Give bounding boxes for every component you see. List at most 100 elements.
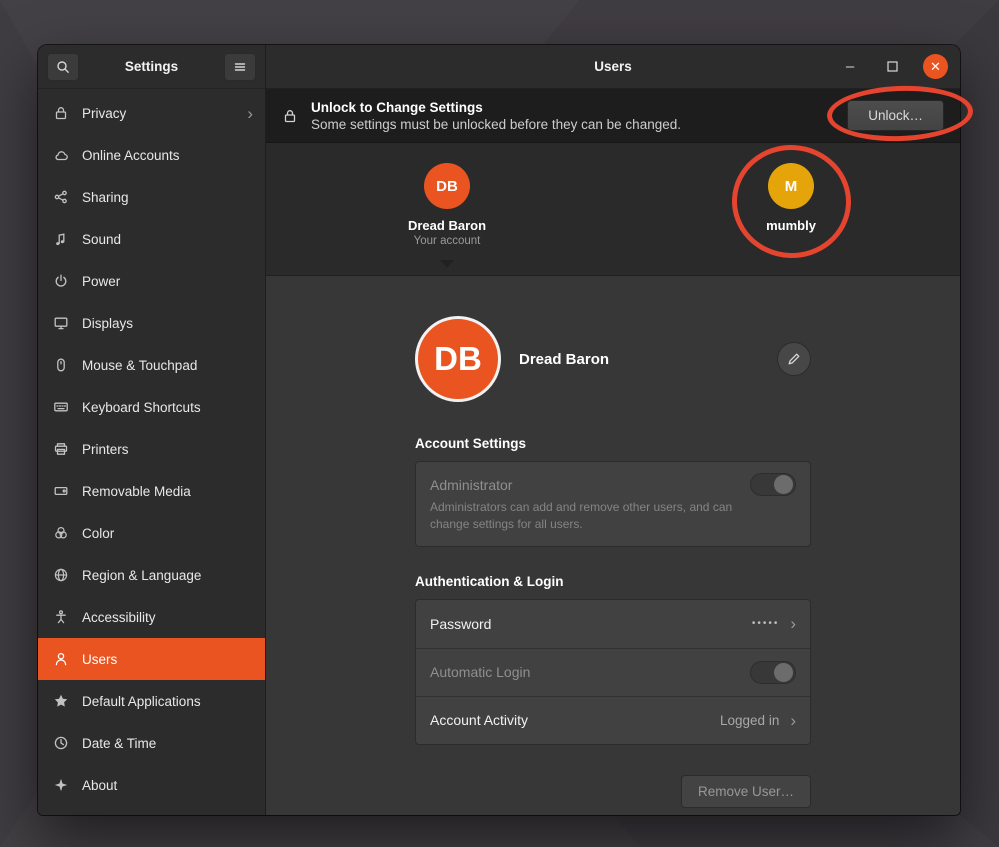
music-note-icon [53, 231, 69, 247]
keyboard-icon [53, 399, 69, 415]
remove-user-button[interactable]: Remove User… [681, 775, 811, 808]
sidebar-item-region-language[interactable]: Region & Language [38, 554, 265, 596]
cloud-icon [53, 147, 69, 163]
user-subtitle: Your account [414, 235, 481, 247]
avatar-initials: M [785, 178, 798, 195]
color-icon [53, 525, 69, 541]
removable-media-icon [53, 483, 69, 499]
administrator-toggle[interactable] [750, 473, 796, 496]
sidebar-item-label: Sound [82, 232, 121, 247]
sidebar-item-label: Default Applications [82, 694, 201, 709]
sidebar-item-keyboard-shortcuts[interactable]: Keyboard Shortcuts [38, 386, 265, 428]
password-label: Password [430, 616, 491, 632]
sidebar-item-about[interactable]: About [38, 764, 265, 806]
sidebar-item-removable-media[interactable]: Removable Media [38, 470, 265, 512]
unlock-button[interactable]: Unlock… [847, 100, 944, 131]
sidebar-item-color[interactable]: Color [38, 512, 265, 554]
lock-icon [282, 108, 298, 124]
selected-user-arrow-icon [440, 260, 454, 268]
sidebar-item-power[interactable]: Power [38, 260, 265, 302]
account-activity-row[interactable]: Account Activity Logged in › [416, 696, 810, 744]
sidebar-item-label: Users [82, 652, 117, 667]
password-value: ••••• [752, 618, 780, 629]
sidebar-item-label: Online Accounts [82, 148, 180, 163]
administrator-label: Administrator [430, 477, 512, 493]
chevron-right-icon: › [790, 712, 796, 729]
globe-icon [53, 567, 69, 583]
chevron-right-icon: › [247, 105, 253, 122]
window-controls: – ✕ [839, 54, 948, 79]
user-chip-dread-baron[interactable]: DB Dread Baron Your account [377, 163, 517, 247]
sidebar-item-default-applications[interactable]: Default Applications [38, 680, 265, 722]
sidebar-item-accessibility[interactable]: Accessibility [38, 596, 265, 638]
sidebar-item-label: Power [82, 274, 120, 289]
sidebar-item-label: Keyboard Shortcuts [82, 400, 201, 415]
titlebar: Users – ✕ [266, 45, 960, 89]
sidebar-item-online-accounts[interactable]: Online Accounts [38, 134, 265, 176]
sidebar-item-label: Privacy [82, 106, 126, 121]
sidebar-item-label: Accessibility [82, 610, 156, 625]
sidebar-item-label: Sharing [82, 190, 129, 205]
user-chip-mumbly[interactable]: M mumbly [721, 163, 861, 233]
sidebar-item-mouse-touchpad[interactable]: Mouse & Touchpad [38, 344, 265, 386]
toggle-knob [774, 475, 793, 494]
edit-name-button[interactable] [777, 342, 811, 376]
sidebar-item-printers[interactable]: Printers [38, 428, 265, 470]
sidebar-item-sound[interactable]: Sound [38, 218, 265, 260]
account-settings-header: Account Settings [415, 436, 811, 451]
profile-row: DB Dread Baron [415, 316, 811, 402]
avatar-initials: DB [434, 340, 482, 378]
user-carousel: DB Dread Baron Your account M mumbly [266, 143, 960, 276]
menu-button[interactable] [224, 53, 256, 81]
main-panel: Users – ✕ Unlock to Change Settings Some… [266, 45, 960, 815]
search-button[interactable] [47, 53, 79, 81]
avatar-initials: DB [436, 178, 458, 195]
unlock-banner-text: Unlock to Change Settings Some settings … [311, 100, 681, 132]
sidebar-item-label: Color [82, 526, 114, 541]
share-icon [53, 189, 69, 205]
lock-icon [53, 105, 69, 121]
accessibility-icon [53, 609, 69, 625]
avatar: M [768, 163, 814, 209]
account-activity-value: Logged in [720, 713, 779, 728]
user-name: mumbly [766, 218, 816, 233]
hamburger-icon [232, 59, 248, 75]
unlock-banner-title: Unlock to Change Settings [311, 100, 681, 115]
maximize-button[interactable] [881, 56, 903, 78]
display-icon [53, 315, 69, 331]
sidebar-item-displays[interactable]: Displays [38, 302, 265, 344]
sidebar-item-label: About [82, 778, 117, 793]
automatic-login-toggle[interactable] [750, 661, 796, 684]
account-activity-label: Account Activity [430, 712, 528, 728]
administrator-description: Administrators can add and remove other … [430, 499, 735, 533]
sidebar-item-date-time[interactable]: Date & Time [38, 722, 265, 764]
sidebar-item-sharing[interactable]: Sharing [38, 176, 265, 218]
printer-icon [53, 441, 69, 457]
toggle-knob [774, 663, 793, 682]
user-details-panel: DB Dread Baron Account Settings Administ… [266, 276, 960, 815]
automatic-login-row: Automatic Login [416, 648, 810, 696]
minimize-button[interactable]: – [839, 56, 861, 78]
search-icon [55, 59, 71, 75]
sidebar-list: Privacy › Online Accounts Sharing Sound [38, 89, 265, 815]
settings-window: Settings Privacy › Online Accounts [38, 45, 960, 815]
pencil-icon [786, 351, 802, 367]
sidebar-item-privacy[interactable]: Privacy › [38, 92, 265, 134]
sidebar-item-label: Printers [82, 442, 129, 457]
password-row[interactable]: Password ••••• › [416, 600, 810, 648]
star-icon [53, 693, 69, 709]
sidebar: Settings Privacy › Online Accounts [38, 45, 266, 815]
sidebar-item-users[interactable]: Users [38, 638, 265, 680]
sidebar-item-label: Region & Language [82, 568, 201, 583]
profile-avatar: DB [415, 316, 501, 402]
unlock-banner-subtitle: Some settings must be unlocked before th… [311, 117, 681, 132]
sidebar-item-label: Mouse & Touchpad [82, 358, 197, 373]
unlock-banner: Unlock to Change Settings Some settings … [266, 89, 960, 143]
sidebar-item-label: Removable Media [82, 484, 191, 499]
chevron-right-icon: › [790, 615, 796, 632]
sidebar-item-label: Displays [82, 316, 133, 331]
close-button[interactable]: ✕ [923, 54, 948, 79]
profile-name: Dread Baron [519, 351, 609, 368]
avatar: DB [424, 163, 470, 209]
sidebar-item-label: Date & Time [82, 736, 156, 751]
